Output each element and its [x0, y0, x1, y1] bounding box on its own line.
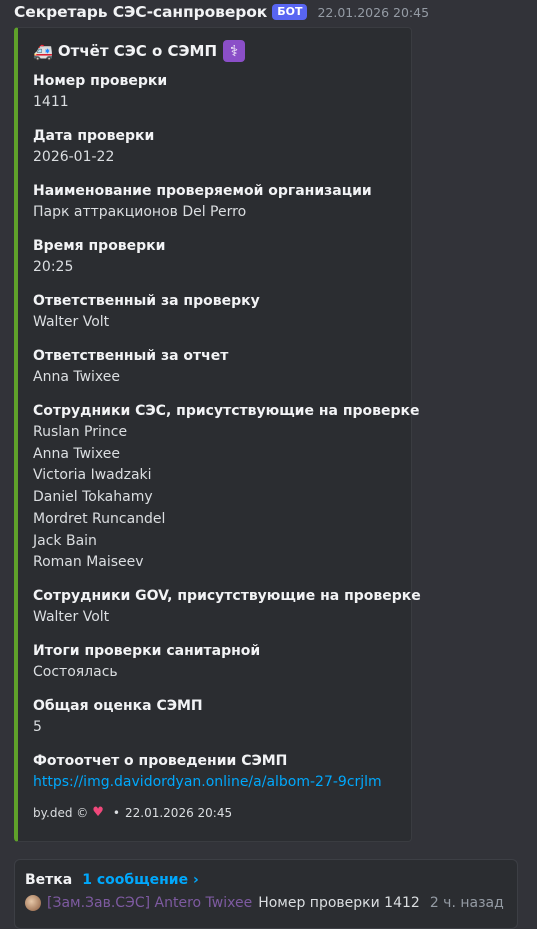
thread-last-message[interactable]: [Зам.Зав.СЭС] Antero Twixee Номер провер…	[25, 895, 504, 911]
staff-member: Mordret Runcandel	[33, 510, 166, 527]
field-inspection-result: Итоги проверки санитарной Состоялась	[33, 640, 260, 684]
thread-preview[interactable]: Ветка 1 сообщение › [Зам.Зав.СЭС] Antero…	[14, 859, 518, 929]
staff-member: Anna Twixee	[33, 445, 121, 462]
field-value: Walter Volt	[33, 314, 110, 330]
field-value: Парк аттракционов Del Perro	[33, 204, 247, 220]
field-value: 2026-01-22	[33, 149, 115, 165]
field-overall-rating: Общая оценка СЭМП 5	[33, 695, 203, 739]
field-value: 5	[33, 719, 42, 735]
field-name: Фотоотчет о проведении СЭМП	[33, 753, 288, 769]
field-value: Anna Twixee	[33, 369, 121, 385]
field-value: 20:25	[33, 259, 74, 275]
field-name: Ответственный за отчет	[33, 348, 229, 364]
bot-badge: БОТ	[272, 4, 308, 20]
field-value: 1411	[33, 94, 69, 110]
embed-title-text: Отчёт СЭС о СЭМП	[57, 42, 218, 60]
thread-message-text: Номер проверки 1412	[258, 895, 420, 911]
thread-message-count-link[interactable]: 1 сообщение ›	[82, 872, 199, 888]
field-name: Сотрудники GOV, присутствующие на провер…	[33, 588, 421, 604]
photo-report-link[interactable]: https://img.davidordyan.online/a/albom-2…	[33, 772, 382, 794]
field-organization: Наименование проверяемой организации Пар…	[33, 180, 372, 224]
staff-member: Ruslan Prince	[33, 424, 128, 440]
thread-message-time: 2 ч. назад	[429, 895, 504, 911]
staff-member: Victoria Iwadzaki	[33, 467, 152, 484]
author-name[interactable]: Секретарь СЭС-санпроверок	[14, 3, 267, 21]
thread-author: [Зам.Зав.СЭС] Antero Twixee	[47, 895, 253, 911]
staff-member: Roman Maiseev	[33, 554, 144, 571]
field-photo-report: Фотоотчет о проведении СЭМП https://img.…	[33, 750, 382, 794]
avatar	[25, 895, 41, 911]
embed-card: 🚑 Отчёт СЭС о СЭМП ⚕ Номер проверки 1411…	[14, 27, 421, 842]
field-name: Общая оценка СЭМП	[33, 698, 203, 714]
field-name: Ответственный за проверку	[33, 293, 260, 309]
field-value: Состоялась	[33, 664, 118, 680]
message-header: Секретарь СЭС-санпроверок БОТ 22.01.2026…	[14, 1, 429, 23]
field-value: Walter Volt	[33, 609, 110, 625]
heart-icon: ♥	[92, 805, 104, 820]
field-inspection-time: Время проверки 20:25	[33, 235, 166, 279]
field-inspection-date: Дата проверки 2026-01-22	[33, 125, 154, 169]
field-ses-staff: Сотрудники СЭС, присутствующие на провер…	[33, 400, 420, 574]
field-name: Время проверки	[33, 238, 166, 254]
thread-label: Ветка	[25, 872, 73, 888]
field-name: Итоги проверки санитарной	[33, 643, 261, 659]
embed-title: 🚑 Отчёт СЭС о СЭМП ⚕	[33, 40, 246, 62]
field-name: Сотрудники СЭС, присутствующие на провер…	[33, 403, 420, 419]
message-timestamp: 22.01.2026 20:45	[317, 4, 430, 20]
ambulance-icon: 🚑	[33, 41, 53, 61]
field-name: Наименование проверяемой организации	[33, 183, 372, 199]
field-inspection-number: Номер проверки 1411	[33, 70, 167, 114]
field-name: Номер проверки	[33, 73, 168, 89]
field-name: Дата проверки	[33, 128, 155, 144]
field-responsible-inspection: Ответственный за проверку Walter Volt	[33, 290, 260, 334]
field-gov-staff: Сотрудники GOV, присутствующие на провер…	[33, 585, 421, 629]
embed-footer: by.ded © ♥ • 22.01.2026 20:45	[33, 805, 232, 820]
medical-symbol-icon: ⚕	[223, 40, 246, 62]
staff-member: Jack Bain	[33, 532, 97, 549]
staff-member: Daniel Tokahamy	[33, 489, 153, 506]
footer-text: by.ded ©	[33, 805, 89, 820]
field-responsible-report: Ответственный за отчет Anna Twixee	[33, 345, 228, 389]
footer-timestamp: 22.01.2026 20:45	[125, 805, 233, 820]
footer-separator: •	[112, 805, 120, 820]
